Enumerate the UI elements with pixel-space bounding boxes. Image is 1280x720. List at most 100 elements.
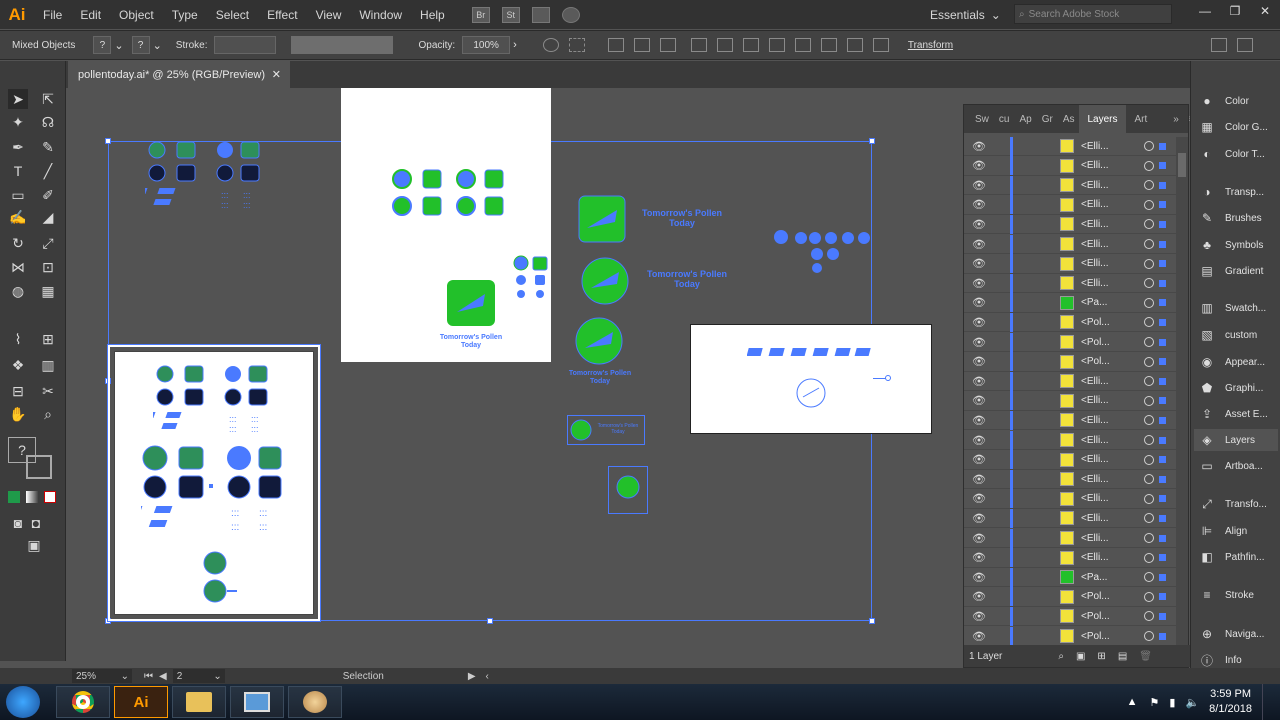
- visibility-eye-icon[interactable]: 👁: [972, 551, 986, 564]
- chevron-down-icon[interactable]: [381, 36, 394, 54]
- visibility-eye-icon[interactable]: 👁: [972, 355, 986, 368]
- scroll-left-icon[interactable]: ‹: [486, 671, 489, 682]
- target-icon[interactable]: [1144, 435, 1154, 445]
- selection-indicator[interactable]: [1159, 220, 1166, 228]
- panel-align[interactable]: ⊫ Align: [1199, 524, 1247, 538]
- layer-name[interactable]: <Elli...: [1081, 435, 1109, 446]
- visibility-eye-icon[interactable]: 👁: [972, 512, 986, 525]
- workspace-switcher[interactable]: Essentials ⌄: [930, 0, 1001, 29]
- screen-mode-icon[interactable]: ▣: [24, 535, 44, 555]
- align-right-icon[interactable]: [659, 38, 676, 52]
- panel-custom[interactable]: ▧ custom: [1199, 328, 1257, 342]
- layer-row[interactable]: 👁 <Pol...: [964, 587, 1176, 607]
- artboard-tool-icon[interactable]: ⊟: [8, 381, 28, 401]
- layer-row[interactable]: 👁 <Pol...: [964, 626, 1176, 646]
- close-icon[interactable]: ✕: [272, 68, 281, 81]
- distribute-left-icon[interactable]: [846, 38, 863, 52]
- visibility-eye-icon[interactable]: 👁: [972, 590, 986, 603]
- paintbrush-icon[interactable]: ✐: [38, 185, 58, 205]
- panel-gradient[interactable]: ▤ Gradient: [1199, 264, 1263, 278]
- artboard[interactable]: ::: ::: ::: ::: ::: :::::::::: [114, 351, 314, 615]
- artboard-field[interactable]: 2 ⌄: [172, 669, 225, 683]
- app-icon-circle[interactable]: [569, 418, 593, 442]
- none-mode-icon[interactable]: [44, 491, 56, 503]
- align-bottom-icon[interactable]: [742, 38, 759, 52]
- prev-artboard-icon[interactable]: ◀: [159, 671, 167, 682]
- selection-indicator[interactable]: [1159, 201, 1166, 209]
- variable-width-profile[interactable]: [291, 36, 382, 54]
- tray-expand-icon[interactable]: ▲: [1127, 696, 1138, 708]
- panel-pathfin[interactable]: ◧ Pathfin...: [1199, 550, 1264, 564]
- menu-object[interactable]: Object: [110, 0, 163, 29]
- paint-icon[interactable]: [288, 686, 342, 718]
- perspective-grid-icon[interactable]: ▦: [38, 281, 58, 301]
- panel-symbols[interactable]: ♣ Symbols: [1199, 238, 1263, 252]
- target-icon[interactable]: [1144, 591, 1154, 602]
- target-icon[interactable]: [1144, 219, 1154, 230]
- layer-row[interactable]: 👁 <Elli...: [964, 508, 1176, 529]
- close-icon[interactable]: ✕: [1250, 0, 1280, 22]
- visibility-eye-icon[interactable]: 👁: [972, 492, 986, 505]
- layer-row[interactable]: 👁 <Pol...: [964, 332, 1176, 352]
- network-icon[interactable]: ▮: [1169, 696, 1175, 709]
- layer-row[interactable]: 👁 <Elli...: [964, 430, 1176, 450]
- selection-indicator[interactable]: [1159, 358, 1166, 366]
- color-mode-icon[interactable]: [8, 491, 20, 503]
- target-icon[interactable]: [1144, 533, 1154, 543]
- pollen-icons-row[interactable]: [747, 347, 873, 359]
- column-graph-icon[interactable]: ▥: [38, 355, 58, 375]
- layer-name[interactable]: <Elli...: [1081, 493, 1109, 504]
- selection-indicator[interactable]: [1159, 475, 1166, 483]
- target-icon[interactable]: [1144, 239, 1154, 249]
- panel-transp[interactable]: ◑ Transp...: [1199, 185, 1264, 199]
- type-tool-icon[interactable]: T: [8, 161, 28, 181]
- panel-brushes[interactable]: ✎ Brushes: [1199, 211, 1262, 225]
- layer-row[interactable]: 👁 <Elli...: [964, 234, 1176, 254]
- target-icon[interactable]: [1144, 395, 1154, 406]
- selection-handle[interactable]: [885, 375, 891, 381]
- visibility-eye-icon[interactable]: 👁: [972, 257, 986, 270]
- target-icon[interactable]: [1144, 474, 1154, 485]
- layer-row[interactable]: 👁 <Elli...: [964, 195, 1176, 215]
- selection-indicator[interactable]: [1159, 514, 1166, 522]
- stroke-swatch-icon[interactable]: [26, 455, 52, 479]
- layer-row[interactable]: 👁 <Elli...: [964, 528, 1176, 548]
- stock-icon[interactable]: St: [501, 6, 520, 23]
- target-icon[interactable]: [1144, 572, 1154, 583]
- first-artboard-icon[interactable]: ⏮: [144, 671, 153, 682]
- icon-variations-cluster[interactable]: ::: ::: ::: :::: [153, 364, 273, 436]
- direct-selection-tool-icon[interactable]: ⇱: [38, 89, 58, 109]
- file-explorer-icon[interactable]: [172, 686, 226, 718]
- layer-name[interactable]: <Pol...: [1081, 337, 1110, 348]
- gpu-performance-icon[interactable]: [561, 6, 580, 23]
- selection-indicator[interactable]: [1159, 534, 1166, 542]
- tab-swatches[interactable]: Sw: [970, 114, 994, 125]
- layer-name[interactable]: <Elli...: [1081, 533, 1109, 544]
- layer-name[interactable]: <Pol...: [1081, 631, 1110, 642]
- shaper-tool-icon[interactable]: ✍: [8, 207, 28, 227]
- align-center-icon[interactable]: [633, 38, 650, 52]
- layer-name[interactable]: <Pol...: [1081, 317, 1110, 328]
- illustrator-taskbar-icon[interactable]: Ai: [114, 686, 168, 718]
- minimize-icon[interactable]: —: [1190, 0, 1220, 22]
- eyedropper-icon[interactable]: ⌇: [8, 329, 28, 349]
- curvature-icon[interactable]: ✎: [38, 137, 58, 157]
- panel-graphi[interactable]: ⬟ Graphi...: [1199, 381, 1264, 395]
- width-tool-icon[interactable]: ⋈: [8, 257, 28, 277]
- selection-indicator[interactable]: [1159, 162, 1166, 170]
- volume-icon[interactable]: 🔈: [1185, 696, 1199, 709]
- slice-tool-icon[interactable]: ✂: [38, 381, 58, 401]
- layer-name[interactable]: <Elli...: [1081, 219, 1109, 230]
- selection-indicator[interactable]: [1159, 338, 1166, 346]
- action-center-icon[interactable]: ⚑: [1150, 696, 1160, 709]
- menu-help[interactable]: Help: [411, 0, 454, 29]
- visibility-eye-icon[interactable]: 👁: [972, 434, 986, 447]
- selection-handle[interactable]: [487, 618, 493, 624]
- selection-indicator[interactable]: [1159, 554, 1166, 562]
- layers-scrollbar[interactable]: [1176, 137, 1188, 647]
- free-transform-icon[interactable]: ⊡: [38, 257, 58, 277]
- layer-name[interactable]: <Pa...: [1081, 572, 1107, 583]
- selection-indicator[interactable]: [1159, 495, 1166, 503]
- layer-row[interactable]: 👁 <Pol...: [964, 312, 1176, 333]
- layer-row[interactable]: 👁 <Pol...: [964, 352, 1176, 372]
